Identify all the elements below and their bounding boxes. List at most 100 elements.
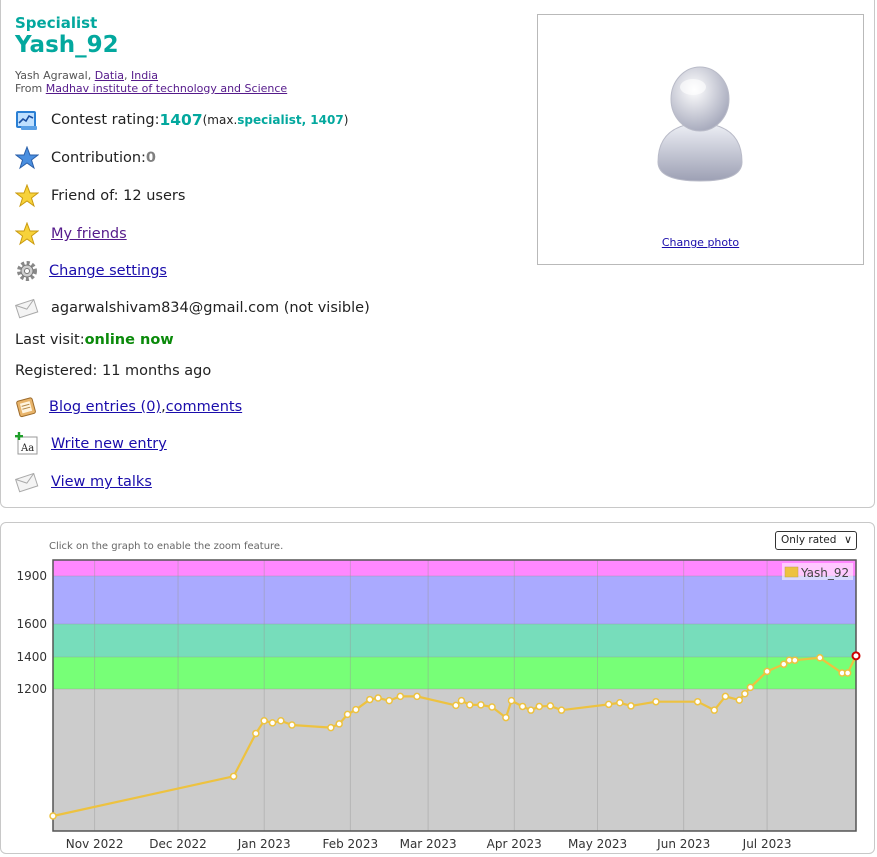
rating-chart-icon: [15, 108, 39, 132]
rating-point: [843, 669, 852, 677]
rating-point: [780, 660, 788, 668]
rating-band: [53, 657, 856, 689]
email-row: agarwalshivam834@gmail.com (not visible): [15, 296, 370, 320]
rated-filter-select[interactable]: Only rated ∨: [775, 531, 857, 550]
rating-point: [791, 656, 799, 664]
gold-star-icon: [14, 183, 40, 208]
contribution-value: 0: [145, 150, 157, 166]
zoom-hint: Click on the graph to enable the zoom fe…: [49, 541, 284, 552]
view-talks-link[interactable]: View my talks: [51, 474, 152, 490]
rating-point: [277, 717, 285, 725]
rating-point: [735, 696, 744, 704]
legend-label: Yash_92: [800, 566, 849, 580]
rating-band: [53, 576, 856, 624]
friend-of-text: Friend of: 12 users: [51, 188, 186, 204]
blog-icon: [15, 395, 39, 419]
organization-link[interactable]: Madhav institute of technology and Scien…: [46, 82, 287, 95]
online-status: online now: [84, 332, 174, 348]
write-entry-icon: Aa: [15, 432, 39, 456]
rating-point: [693, 697, 702, 706]
rating-point: [374, 694, 382, 702]
x-tick-label: Feb 2023: [322, 837, 378, 851]
y-tick-label: 1200: [16, 682, 47, 696]
rating-point: [335, 720, 343, 728]
rating-point: [466, 701, 474, 709]
rating-point: [352, 705, 360, 714]
rating-point: [710, 706, 719, 714]
my-friends-row: My friends: [14, 221, 127, 246]
x-tick-label: Jul 2023: [742, 837, 792, 851]
y-tick-label: 1600: [16, 617, 47, 631]
rating-point: [268, 719, 277, 727]
rating-point: [816, 654, 824, 662]
gold-star-icon: [14, 221, 40, 246]
comments-link[interactable]: comments: [166, 399, 242, 415]
x-tick-label: May 2023: [568, 837, 627, 851]
rating-point: [229, 772, 238, 781]
email-text: agarwalshivam834@gmail.com (not visible): [51, 300, 370, 316]
gear-icon: [15, 259, 39, 283]
settings-row: Change settings: [15, 259, 167, 283]
user-handle: Yash_92: [15, 32, 119, 58]
change-photo-link[interactable]: Change photo: [662, 236, 739, 249]
my-friends-link[interactable]: My friends: [51, 226, 127, 242]
legend-swatch: [784, 566, 799, 578]
envelope-icon: [15, 470, 39, 494]
rating-point: [457, 696, 466, 705]
envelope-icon: [15, 296, 39, 320]
rating-point: [396, 692, 405, 701]
rating-point: [502, 713, 510, 722]
rating-value: 1407: [159, 111, 203, 129]
rating-point: [652, 697, 660, 706]
rating-point: [366, 695, 374, 704]
rating-band: [53, 689, 856, 831]
rating-point: [327, 723, 335, 732]
avatar-placeholder-icon: [657, 66, 743, 182]
rating-band: [53, 624, 856, 657]
chevron-down-icon: ∨: [843, 533, 852, 546]
rating-point: [488, 703, 496, 711]
rating-point: [260, 717, 268, 725]
rating-point: [721, 692, 730, 701]
rating-point: [507, 696, 516, 705]
write-entry-row: Aa Write new entry: [15, 432, 167, 456]
x-tick-label: Mar 2023: [400, 837, 457, 851]
x-tick-label: Apr 2023: [487, 837, 542, 851]
x-tick-label: Jan 2023: [237, 837, 291, 851]
user-rank: Specialist: [15, 14, 98, 32]
rating-point: [741, 690, 749, 698]
rating-point: [535, 702, 543, 711]
rating-point: [527, 706, 535, 714]
write-new-entry-link[interactable]: Write new entry: [51, 436, 167, 452]
rating-point: [746, 683, 755, 692]
contest-rating-row: Contest rating: 1407 (max. specialist, 1…: [15, 108, 348, 132]
rating-point: [252, 729, 260, 738]
contribution-row: Contribution: 0: [14, 145, 157, 170]
country-link[interactable]: India: [131, 69, 158, 82]
last-visit-row: Last visit: online now: [15, 332, 174, 348]
rating-point: [518, 702, 527, 711]
talks-row: View my talks: [15, 470, 152, 494]
rating-point: [343, 710, 352, 719]
rating-point: [627, 702, 635, 710]
user-location: Yash Agrawal, Datia, India: [15, 69, 159, 82]
user-photo: Change photo: [537, 14, 864, 265]
city-link[interactable]: Datia: [95, 69, 124, 82]
change-settings-link[interactable]: Change settings: [49, 263, 167, 279]
blog-entries-link[interactable]: Blog entries (0): [49, 399, 161, 415]
blog-row: Blog entries (0), comments: [15, 395, 242, 419]
rating-point: [477, 701, 485, 709]
svg-text:Aa: Aa: [20, 443, 34, 454]
rating-point: [385, 696, 393, 705]
user-fullname: Yash Agrawal,: [15, 69, 95, 82]
rating-point: [616, 699, 624, 707]
rating-point: [452, 701, 460, 710]
rating-point: [413, 692, 421, 701]
rating-point: [557, 706, 566, 714]
max-rating: specialist, 1407: [237, 113, 344, 127]
y-tick-label: 1400: [16, 650, 47, 664]
x-tick-label: Jun 2023: [656, 837, 710, 851]
rating-chart[interactable]: Nov 2022 Dec 2022 Jan 2023 Feb 2023 Mar 2023…: [1, 523, 874, 853]
user-organization: From Madhav institute of technology and …: [15, 82, 288, 95]
rating-graph-card: Nov 2022 Dec 2022 Jan 2023 Feb 2023 Mar 2023…: [0, 522, 875, 854]
